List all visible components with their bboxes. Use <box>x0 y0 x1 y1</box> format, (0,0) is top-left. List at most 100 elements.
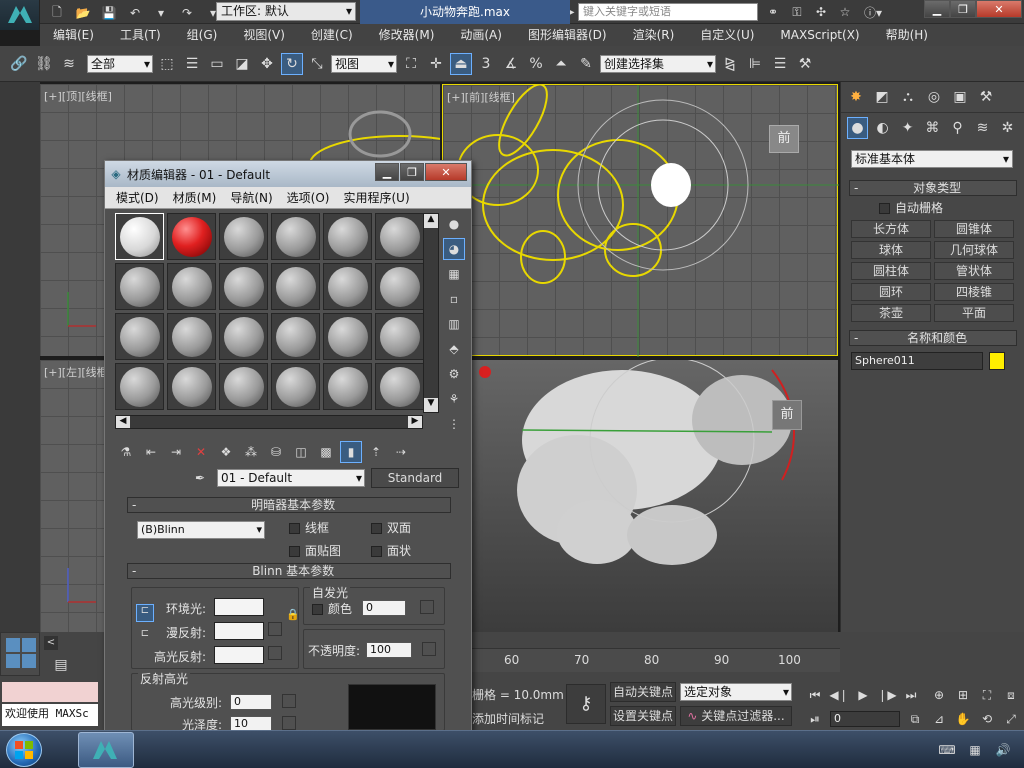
cone-button[interactable]: 圆锥体 <box>934 220 1014 238</box>
sample-slot[interactable] <box>219 263 268 310</box>
tube-button[interactable]: 管状体 <box>934 262 1014 280</box>
mat-menu-navigation[interactable]: 导航(N) <box>223 187 279 209</box>
mat-maximize-button[interactable]: ❐ <box>400 163 424 181</box>
taskbar-3dsmax-button[interactable] <box>78 732 134 768</box>
sample-slot[interactable] <box>219 313 268 360</box>
name-color-header[interactable]: - 名称和颜色 <box>849 330 1017 346</box>
menu-group[interactable]: 组(G) <box>174 24 231 46</box>
assign-to-selection-icon[interactable]: ⇥ <box>165 441 187 463</box>
time-ruler[interactable]: 60 70 80 90 100 <box>472 648 840 672</box>
diffuse-map-button[interactable] <box>268 622 282 636</box>
create-tab-icon[interactable]: ✸ <box>845 86 867 108</box>
teapot-button[interactable]: 茶壶 <box>851 304 931 322</box>
glossiness-map-button[interactable] <box>282 716 296 730</box>
workspace-dropdown[interactable]: 工作区: 默认 ▾ <box>216 2 356 21</box>
go-to-start-icon[interactable]: ⏮ <box>804 684 826 706</box>
volume-icon[interactable]: 🔊 <box>992 739 1014 761</box>
shapes-icon[interactable]: ◐ <box>872 117 893 139</box>
previous-frame-icon[interactable]: ◀❘ <box>828 684 850 706</box>
sample-slot[interactable] <box>375 313 424 360</box>
sample-slot[interactable] <box>375 263 424 310</box>
scroll-down-arrow-icon[interactable]: ▼ <box>424 398 438 412</box>
save-file-icon[interactable]: 💾 <box>98 2 120 24</box>
backlight-icon[interactable]: ◕ <box>443 238 465 260</box>
self-illum-color-option[interactable]: 颜色 <box>312 600 352 617</box>
search-input[interactable]: 键入关键字或短语 <box>578 3 758 21</box>
cylinder-button[interactable]: 圆柱体 <box>851 262 931 280</box>
sample-slot[interactable] <box>323 263 372 310</box>
sample-slot[interactable] <box>167 263 216 310</box>
binoculars-icon[interactable]: ⚭ <box>762 1 784 23</box>
specular-color-swatch[interactable] <box>214 646 264 664</box>
viewcube-perspective[interactable]: 前 <box>772 400 802 430</box>
sample-slot[interactable] <box>375 363 424 410</box>
scroll-left-arrow-icon[interactable]: ◀ <box>116 416 130 428</box>
reference-coordinate-dropdown[interactable]: 视图 ▾ <box>331 54 397 73</box>
box-button[interactable]: 长方体 <box>851 220 931 238</box>
ambient-color-swatch[interactable] <box>214 598 264 616</box>
rectangular-selection-icon[interactable]: ▭ <box>206 53 228 75</box>
background-icon[interactable]: ▦ <box>443 263 465 285</box>
zoom-icon[interactable]: ⊕ <box>928 684 950 706</box>
material-id-channel-icon[interactable]: ◫ <box>290 441 312 463</box>
mat-close-button[interactable]: ✕ <box>425 163 467 181</box>
sample-type-icon[interactable]: ● <box>443 213 465 235</box>
zoom-extents-icon[interactable]: ⛶ <box>976 684 998 706</box>
spacewarps-icon[interactable]: ≋ <box>972 117 993 139</box>
auto-grid-checkbox[interactable] <box>879 203 890 214</box>
put-to-library-icon[interactable]: ⛁ <box>265 441 287 463</box>
angle-snap-icon[interactable]: ∡ <box>500 53 522 75</box>
self-illum-value-input[interactable]: 0 <box>362 600 406 616</box>
auto-key-button[interactable]: 自动关键点 <box>610 682 676 702</box>
select-by-name-icon[interactable]: ☰ <box>181 53 203 75</box>
menu-rendering[interactable]: 渲染(R) <box>620 24 688 46</box>
sample-slot[interactable] <box>219 213 268 260</box>
play-icon[interactable]: ▶ <box>852 684 874 706</box>
diffuse-color-swatch[interactable] <box>214 622 264 640</box>
menu-animation[interactable]: 动画(A) <box>447 24 515 46</box>
mat-menu-material[interactable]: 材质(M) <box>166 187 224 209</box>
edit-named-selection-icon[interactable]: ✎ <box>575 53 597 75</box>
viewport-layout-button[interactable] <box>0 632 40 676</box>
sample-slot[interactable] <box>167 213 216 260</box>
new-file-icon[interactable]: 🗋 <box>46 2 68 24</box>
orbit-icon[interactable]: ⟲ <box>976 708 998 730</box>
two-sided-option[interactable]: 双面 <box>371 519 449 536</box>
keyboard-shortcut-override-icon[interactable]: ⏏ <box>450 52 472 75</box>
opacity-value-input[interactable]: 100 <box>366 642 412 658</box>
bind-spacewarp-icon[interactable]: ≋ <box>58 53 80 75</box>
viewport-label-top[interactable]: [+][顶][线框] <box>44 88 112 104</box>
cameras-icon[interactable]: ⌘ <box>922 117 943 139</box>
get-material-icon[interactable]: ⚗ <box>115 441 137 463</box>
helpers-icon[interactable]: ⚲ <box>947 117 968 139</box>
scroll-up-arrow-icon[interactable]: ▲ <box>424 214 438 228</box>
sample-slot[interactable] <box>323 213 372 260</box>
maximize-viewport-icon[interactable]: ⤢ <box>1000 708 1022 730</box>
unlink-icon[interactable]: ⛓ <box>33 53 55 75</box>
wire-option[interactable]: 线框 <box>289 519 371 536</box>
lock-diffuse-specular-icon[interactable]: ⊏ <box>136 628 154 646</box>
auto-grid-row[interactable]: 自动栅格 <box>849 196 1017 216</box>
viewport-label-left[interactable]: [+][左][线框] <box>44 364 112 380</box>
named-selection-dropdown[interactable]: 创建选择集 ▾ <box>600 54 716 73</box>
spinner-snap-icon[interactable]: ⏶ <box>550 53 572 75</box>
sample-slot[interactable] <box>115 263 164 310</box>
key-filter-selection-dropdown[interactable]: 选定对象 ▾ <box>680 683 792 701</box>
sample-slot[interactable] <box>375 213 424 260</box>
menu-help[interactable]: 帮助(H) <box>873 24 941 46</box>
put-to-scene-icon[interactable]: ⇤ <box>140 441 162 463</box>
geosphere-button[interactable]: 几何球体 <box>934 241 1014 259</box>
material-map-navigator-icon[interactable]: ⋮ <box>443 413 465 435</box>
object-name-input[interactable]: Sphere011 <box>851 352 983 370</box>
add-time-tag-label[interactable]: 添加时间标记 <box>472 710 544 727</box>
current-frame-input[interactable]: 0 <box>830 711 900 727</box>
spec-level-map-button[interactable] <box>282 694 296 708</box>
maximize-button[interactable]: ❐ <box>950 0 976 18</box>
close-button[interactable]: ✕ <box>976 0 1022 18</box>
set-key-mode-icon[interactable]: ⚷ <box>566 684 606 724</box>
menu-customize[interactable]: 自定义(U) <box>687 24 767 46</box>
primitive-type-dropdown[interactable]: 标准基本体 ▾ <box>851 150 1013 168</box>
minimize-button[interactable]: ▁ <box>924 0 950 18</box>
network-icon[interactable]: ▦ <box>964 739 986 761</box>
pan-icon[interactable]: ✋ <box>952 708 974 730</box>
